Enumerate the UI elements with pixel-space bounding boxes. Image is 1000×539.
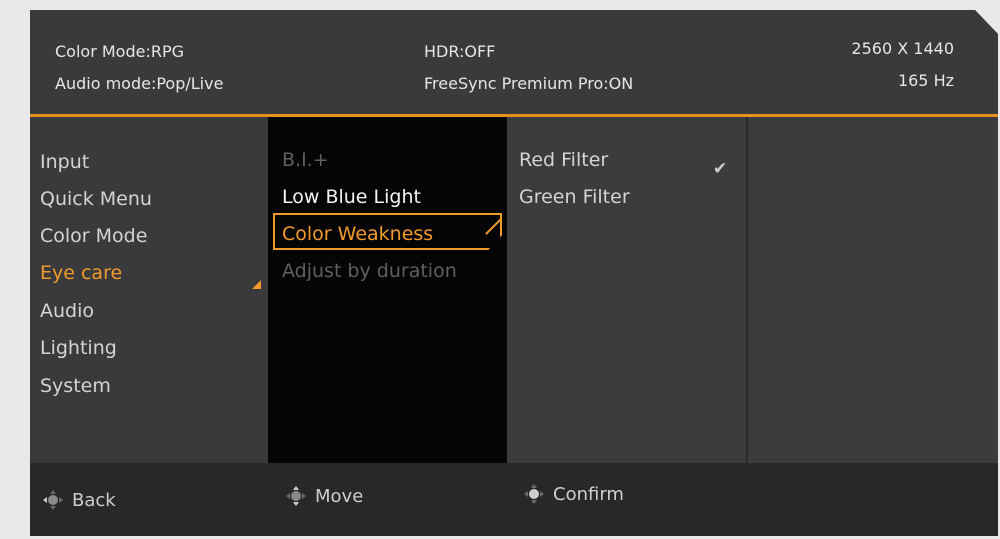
- active-marker-icon: [252, 280, 261, 289]
- eye-care-submenu: B.I.+ Low Blue Light Color Weakness Adju…: [268, 117, 507, 463]
- submenu-item-adjust-by-duration[interactable]: Adjust by duration: [282, 260, 457, 282]
- confirm-label: Confirm: [553, 483, 624, 505]
- menu-area: Input Quick Menu Color Mode Eye care Aud…: [30, 117, 998, 463]
- move-hint[interactable]: Move: [285, 485, 363, 507]
- back-label: Back: [72, 489, 116, 511]
- empty-panel: [746, 117, 998, 463]
- submenu-item-bi-plus[interactable]: B.I.+: [282, 149, 329, 171]
- audio-mode-status: Audio mode:Pop/Live: [55, 74, 224, 93]
- footer-hints: Back Move Confirm: [30, 463, 998, 536]
- menu-item-lighting[interactable]: Lighting: [40, 337, 117, 359]
- freesync-status: FreeSync Premium Pro:ON: [424, 74, 634, 93]
- color-weakness-options: Red Filter Green Filter: [507, 117, 745, 463]
- resolution-status: 2560 X 1440: [851, 39, 954, 58]
- submenu-item-low-blue-light[interactable]: Low Blue Light: [282, 186, 421, 208]
- refresh-rate-status: 165 Hz: [897, 71, 954, 90]
- status-header: Color Mode:RPG Audio mode:Pop/Live HDR:O…: [30, 10, 998, 116]
- menu-item-system[interactable]: System: [40, 375, 111, 397]
- dpad-center-icon: [523, 483, 545, 505]
- menu-item-color-mode[interactable]: Color Mode: [40, 225, 147, 247]
- menu-item-eye-care[interactable]: Eye care: [40, 262, 122, 284]
- dpad-left-icon: [42, 489, 64, 511]
- back-hint[interactable]: Back: [42, 489, 116, 511]
- main-menu: Input Quick Menu Color Mode Eye care Aud…: [30, 117, 268, 463]
- option-red-filter[interactable]: Red Filter: [519, 149, 608, 171]
- hdr-status: HDR:OFF: [424, 42, 496, 61]
- dpad-updown-icon: [285, 485, 307, 507]
- selection-highlight: [273, 213, 502, 250]
- move-label: Move: [315, 485, 364, 507]
- color-mode-status: Color Mode:RPG: [55, 42, 185, 61]
- confirm-hint[interactable]: Confirm: [523, 483, 624, 505]
- check-icon: ✔: [713, 159, 728, 179]
- option-green-filter[interactable]: Green Filter: [519, 186, 630, 208]
- monitor-osd: Color Mode:RPG Audio mode:Pop/Live HDR:O…: [30, 10, 998, 536]
- menu-item-audio[interactable]: Audio: [40, 300, 94, 322]
- menu-item-input[interactable]: Input: [40, 151, 89, 173]
- menu-item-quick-menu[interactable]: Quick Menu: [40, 188, 152, 210]
